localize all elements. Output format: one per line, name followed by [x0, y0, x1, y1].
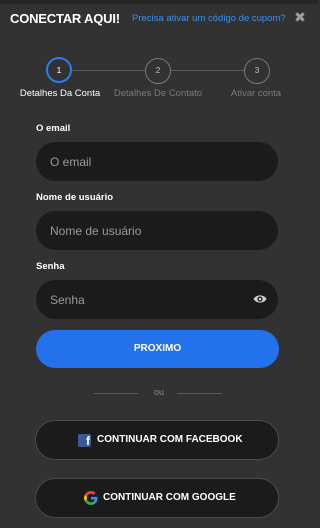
divider-line-left: [94, 393, 138, 394]
page-title: CONECTAR AQUI!: [10, 11, 120, 26]
password-field-wrapper: [36, 280, 278, 319]
password-label: Senha: [36, 261, 65, 272]
signup-stepper: 1 2 3 Detalhes Da Conta Detalhes De Cont…: [0, 55, 319, 105]
eye-icon[interactable]: [253, 293, 267, 305]
stepper-connector: [169, 70, 244, 71]
next-button[interactable]: PROXIMO: [36, 330, 279, 368]
modal-header: CONECTAR AQUI! Precisa ativar um código …: [0, 4, 319, 38]
google-login-button[interactable]: CONTINUAR COM GOOGLE: [35, 478, 279, 518]
step-1-indicator: 1: [46, 57, 72, 83]
google-button-label: CONTINUAR COM GOOGLE: [103, 492, 236, 503]
coupon-code-link[interactable]: Precisa ativar um código de cupom?: [132, 13, 286, 24]
step-3-indicator: 3: [244, 58, 270, 84]
close-icon[interactable]: ✖: [293, 9, 307, 25]
step-2-label: Detalhes De Contato: [113, 88, 203, 99]
step-2-indicator: 2: [145, 58, 171, 84]
email-field[interactable]: [36, 142, 278, 181]
stepper-connector: [72, 70, 145, 71]
step-3-label: Ativar conta: [230, 88, 282, 99]
step-1-label: Detalhes Da Conta: [19, 88, 101, 99]
facebook-login-button[interactable]: f CONTINUAR COM FACEBOOK: [35, 420, 279, 460]
email-label: O email: [36, 123, 71, 134]
email-field-wrapper: [36, 142, 278, 181]
username-field-wrapper: [36, 211, 278, 250]
facebook-icon: f: [78, 434, 91, 448]
google-icon: [84, 491, 98, 505]
password-field[interactable]: [36, 280, 278, 319]
username-label: Nome de usuário: [36, 192, 114, 203]
divider-text: ou: [153, 387, 164, 397]
divider-line-right: [177, 393, 222, 394]
username-field[interactable]: [36, 211, 278, 250]
facebook-button-label: CONTINUAR COM FACEBOOK: [97, 434, 243, 445]
